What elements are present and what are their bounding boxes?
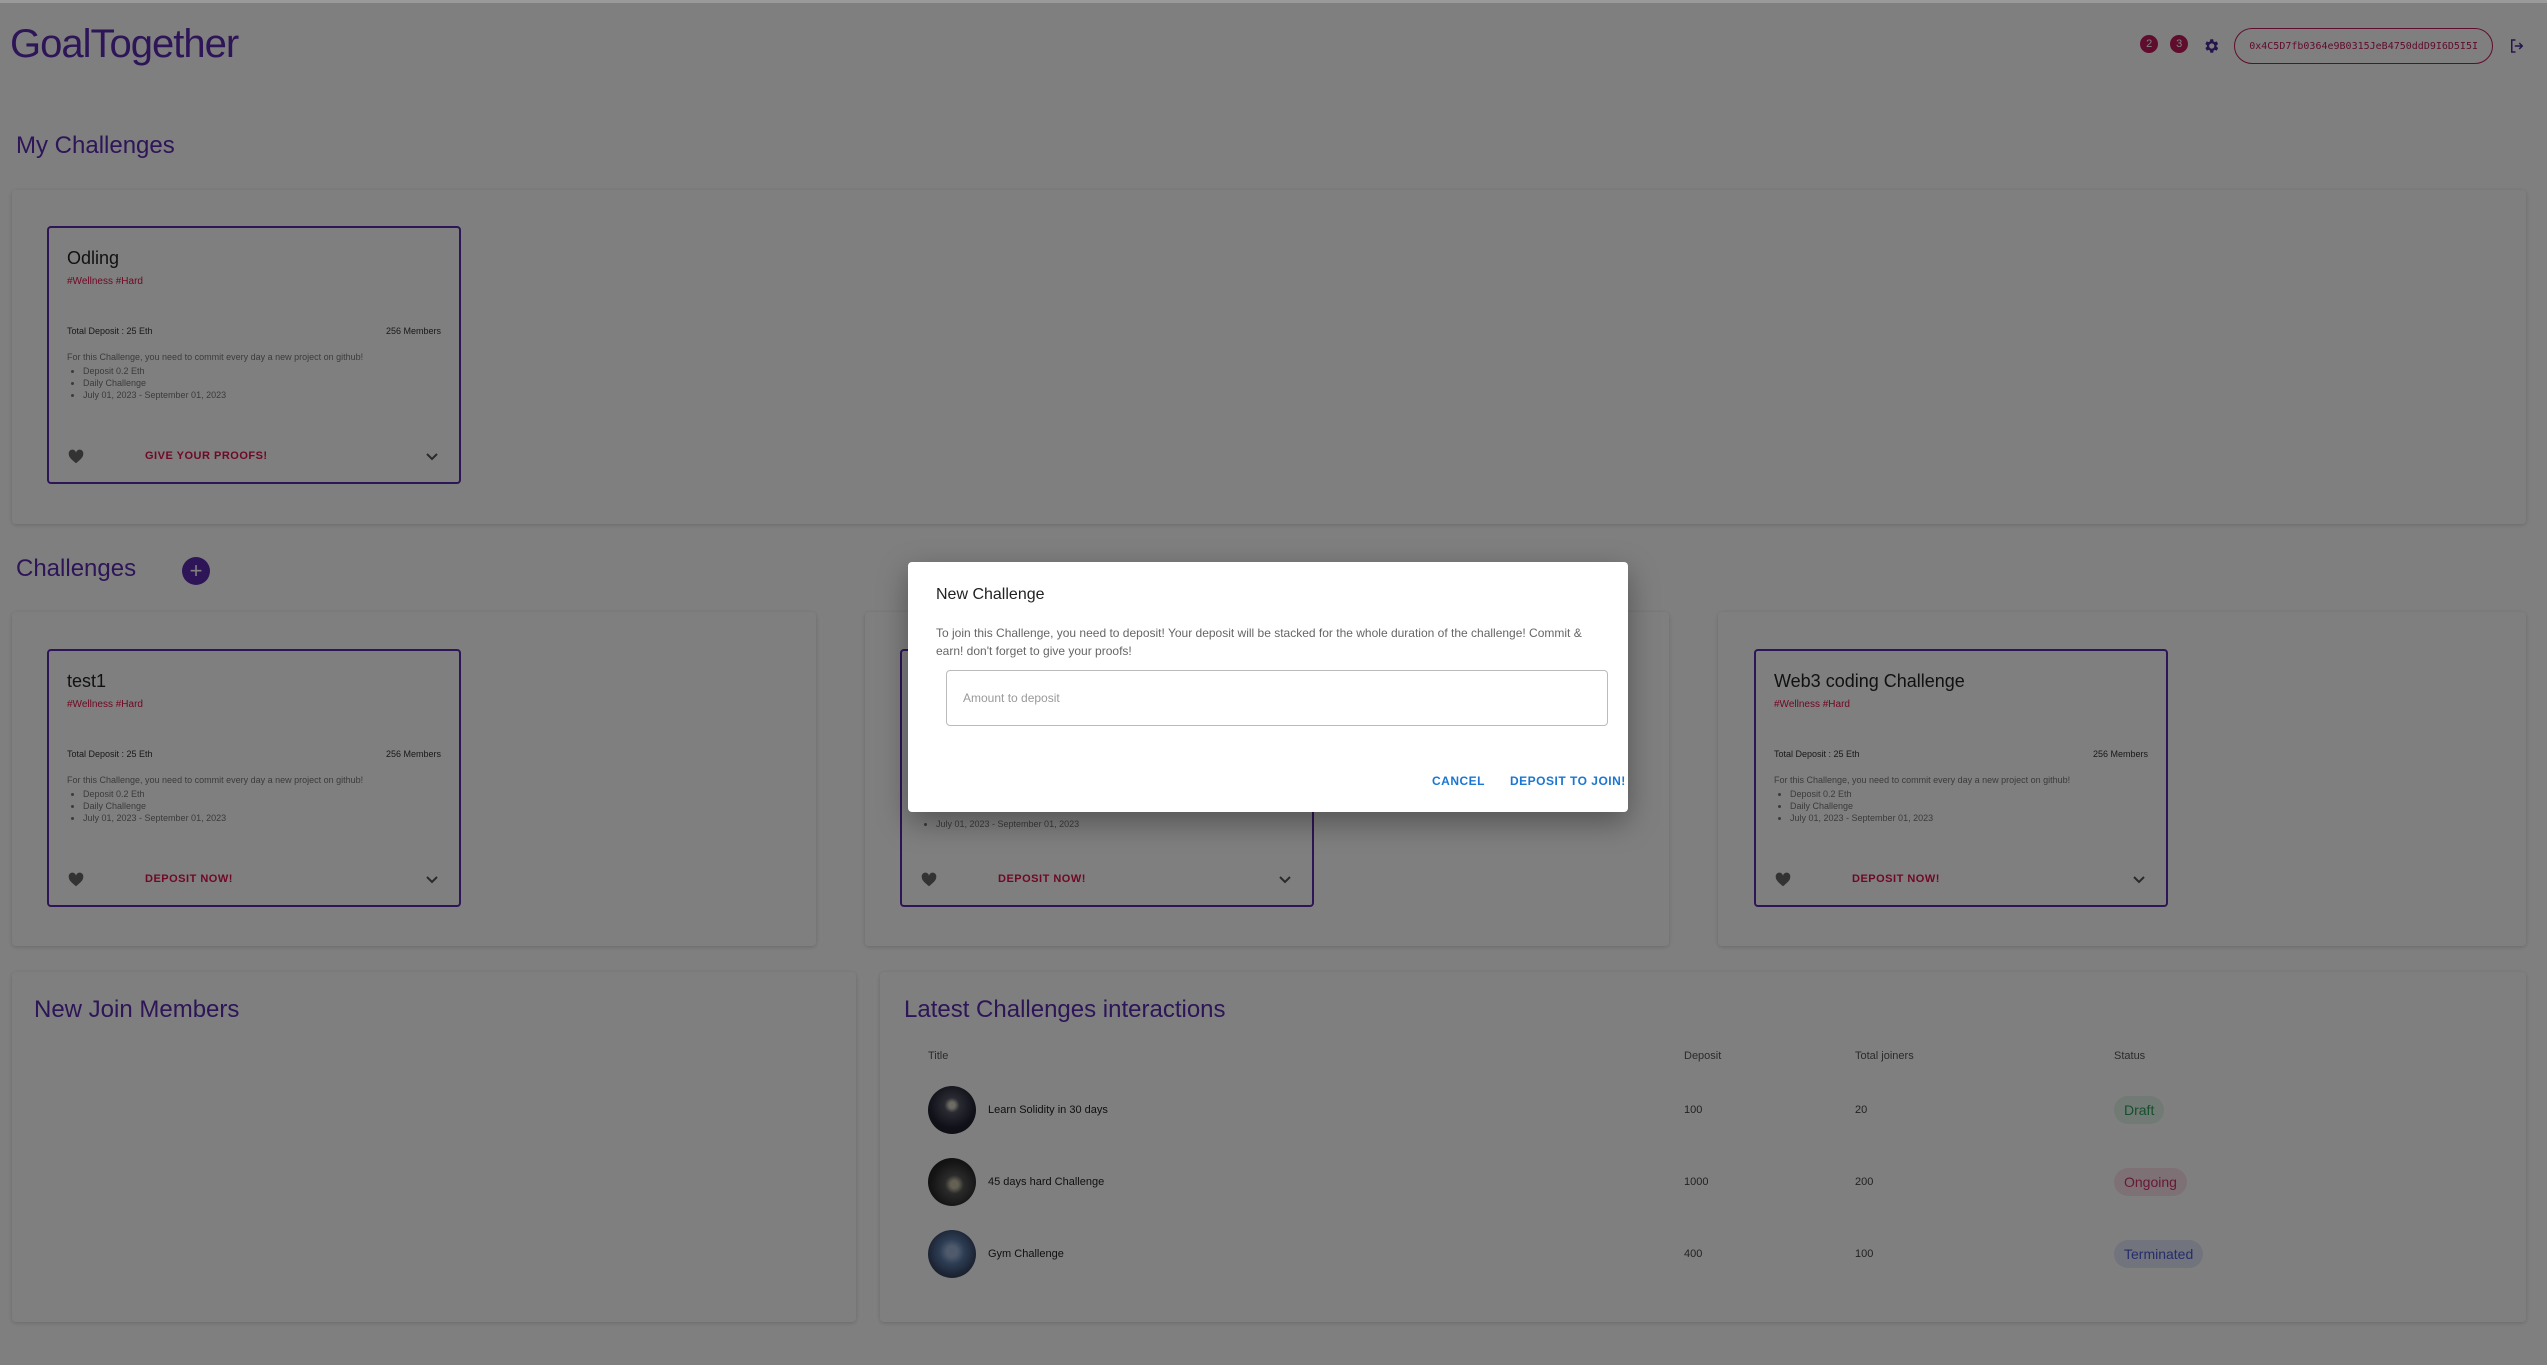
deposit-amount-input[interactable] <box>946 670 1608 726</box>
new-challenge-dialog: New Challenge To join this Challenge, yo… <box>908 562 1628 812</box>
dialog-title: New Challenge <box>936 586 1045 603</box>
deposit-to-join-button[interactable]: DEPOSIT TO JOIN! <box>1510 774 1626 788</box>
cancel-button[interactable]: CANCEL <box>1432 774 1485 788</box>
dialog-text: To join this Challenge, you need to depo… <box>936 626 1582 658</box>
